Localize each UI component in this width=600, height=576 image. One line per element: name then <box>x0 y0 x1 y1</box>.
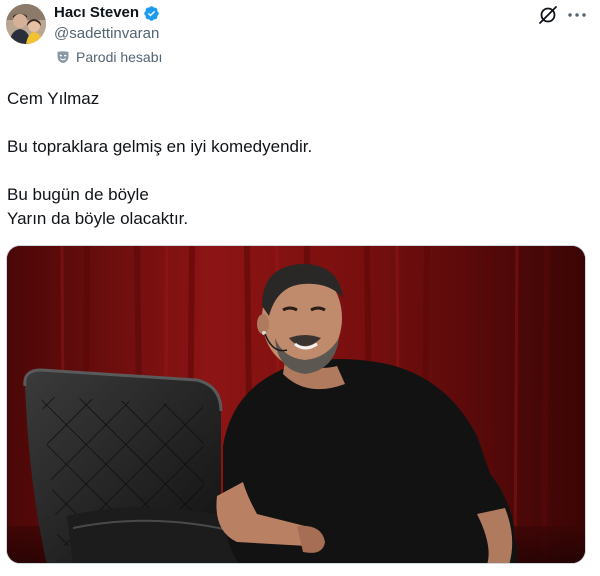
author-display-name[interactable]: Hacı Steven <box>54 3 139 23</box>
grok-icon[interactable] <box>537 4 559 26</box>
avatar-image <box>6 4 46 44</box>
tweet-text: Cem Yılmaz Bu topraklara gelmiş en iyi k… <box>7 87 587 231</box>
parody-mask-icon <box>56 50 70 64</box>
author-name-row: Hacı Steven <box>54 3 160 23</box>
avatar[interactable] <box>6 4 46 44</box>
author-handle[interactable]: @sadettinvaran <box>54 24 159 44</box>
tweet-photo[interactable] <box>6 245 586 564</box>
tweet-card: Hacı Steven @sadettinvaran Parodi hesabı <box>0 0 600 576</box>
tweet-line: Yarın da böyle olacaktır. <box>7 209 189 228</box>
more-options-icon[interactable] <box>566 5 588 25</box>
tweet-line: Bu bugün de böyle <box>7 185 149 204</box>
account-label-row: Parodi hesabı <box>56 48 162 66</box>
tweet-line: Cem Yılmaz <box>7 89 100 108</box>
photo-comedian-on-stage <box>7 246 585 563</box>
tweet-line: Bu topraklara gelmiş en iyi komedyendir. <box>7 137 313 156</box>
verified-badge-icon[interactable] <box>143 5 160 22</box>
parody-account-label: Parodi hesabı <box>76 49 163 65</box>
